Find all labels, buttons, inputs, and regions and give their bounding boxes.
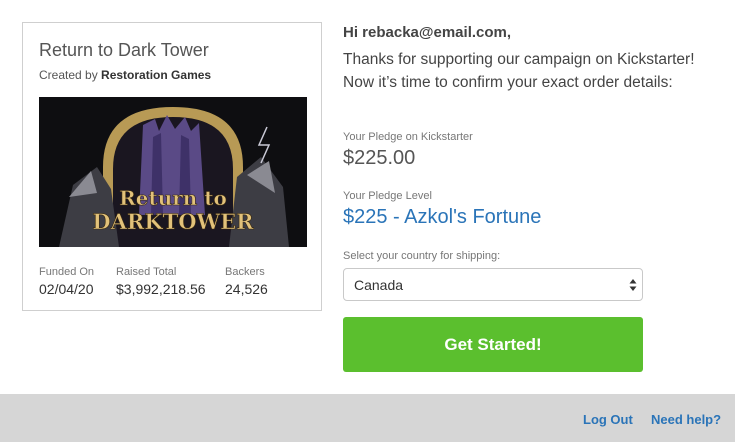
artwork-title-line1: Return to — [119, 186, 227, 210]
intro-text: Thanks for supporting our campaign on Ki… — [343, 51, 695, 91]
stat-raised-total: Raised Total $3,992,218.56 — [116, 266, 206, 297]
pledge-amount: $225.00 — [343, 147, 416, 169]
project-artwork: Return to DARKTOWER — [39, 97, 307, 247]
pledge-amount-label: Your Pledge on Kickstarter — [343, 131, 473, 143]
stat-value: 02/04/20 — [39, 281, 94, 297]
footer-bar: Log Out Need help? — [0, 394, 735, 442]
created-by-label: Created by — [39, 68, 98, 82]
creator-name: Restoration Games — [101, 68, 212, 82]
get-started-button[interactable]: Get Started! — [343, 317, 643, 372]
artwork-title-line2: DARKTOWER — [92, 209, 254, 234]
stat-backers: Backers 24,526 — [225, 266, 268, 297]
pledge-level-label: Your Pledge Level — [343, 190, 432, 202]
project-image: Return to DARKTOWER — [39, 97, 307, 247]
stat-value: $3,992,218.56 — [116, 281, 206, 297]
shipping-country-label: Select your country for shipping: — [343, 250, 501, 262]
stat-label: Funded On — [39, 266, 95, 278]
project-creator-line: Created by Restoration Games — [39, 68, 211, 82]
stat-label: Raised Total — [116, 266, 177, 278]
stat-label: Backers — [225, 266, 265, 278]
log-out-link[interactable]: Log Out — [583, 412, 633, 427]
stat-value: 24,526 — [225, 281, 268, 297]
updown-arrows-icon — [629, 279, 637, 291]
greeting: Hi rebacka@email.com, — [343, 24, 512, 41]
selected-country: Canada — [354, 277, 404, 293]
pledge-level: $225 - Azkol's Fortune — [343, 206, 542, 228]
shipping-country-select[interactable]: Canada — [343, 268, 643, 301]
need-help-link[interactable]: Need help? — [651, 412, 721, 427]
stat-funded-on: Funded On 02/04/20 — [39, 266, 94, 297]
project-title: Return to Dark Tower — [39, 40, 209, 60]
project-card: Return to Dark Tower Created by Restorat… — [22, 22, 322, 311]
